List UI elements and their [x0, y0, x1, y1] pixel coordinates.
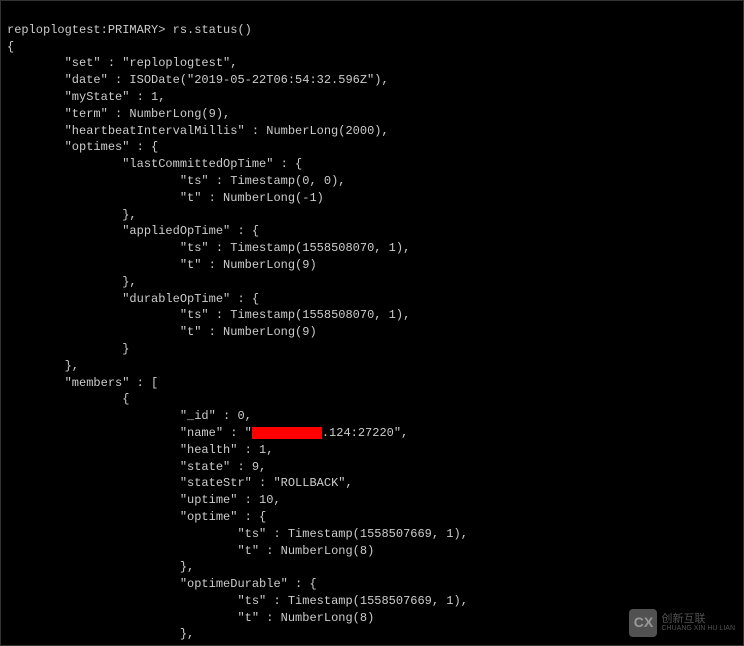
watermark: CX 创新互联 CHUANG XIN HU LIAN [629, 609, 735, 637]
m0-optimedate: ISODate("2019-05-22T06:47:49Z") [288, 644, 511, 645]
m0-uptime: 10 [259, 493, 273, 507]
durable-ts: Timestamp(1558508070, 1) [230, 308, 403, 322]
field-date: ISODate("2019-05-22T06:54:32.596Z") [129, 73, 381, 87]
durable-t: NumberLong(9) [223, 325, 317, 339]
terminal-output: reploplogtest:PRIMARY> rs.status() { "se… [1, 1, 743, 645]
m0-optimedur-t: NumberLong(8) [281, 611, 375, 625]
m0-optimedur-ts: Timestamp(1558507669, 1) [288, 594, 461, 608]
redacted-ip-icon: xxxxxxxx [252, 427, 322, 439]
m0-state: 9 [252, 460, 259, 474]
m0-health: 1 [259, 443, 266, 457]
field-heartbeat: NumberLong(2000) [266, 124, 381, 138]
m0-optime-t: NumberLong(8) [281, 544, 375, 558]
m0-name-suffix: .124:27220 [322, 426, 394, 440]
m0-optime-ts: Timestamp(1558507669, 1) [288, 527, 461, 541]
m0-statestr: ROLLBACK [281, 476, 339, 490]
field-set: reploplogtest [129, 56, 223, 70]
watermark-logo-icon: CX [629, 609, 657, 637]
lastcommitted-ts: Timestamp(0, 0) [230, 174, 338, 188]
applied-t: NumberLong(9) [223, 258, 317, 272]
applied-ts: Timestamp(1558508070, 1) [230, 241, 403, 255]
field-mystate: 1 [151, 90, 158, 104]
field-term: NumberLong(9) [129, 107, 223, 121]
lastcommitted-t: NumberLong(-1) [223, 191, 324, 205]
prompt: reploplogtest:PRIMARY> rs.status() [7, 23, 252, 37]
m0-id: 0 [237, 409, 244, 423]
watermark-text: 创新互联 CHUANG XIN HU LIAN [661, 613, 735, 633]
